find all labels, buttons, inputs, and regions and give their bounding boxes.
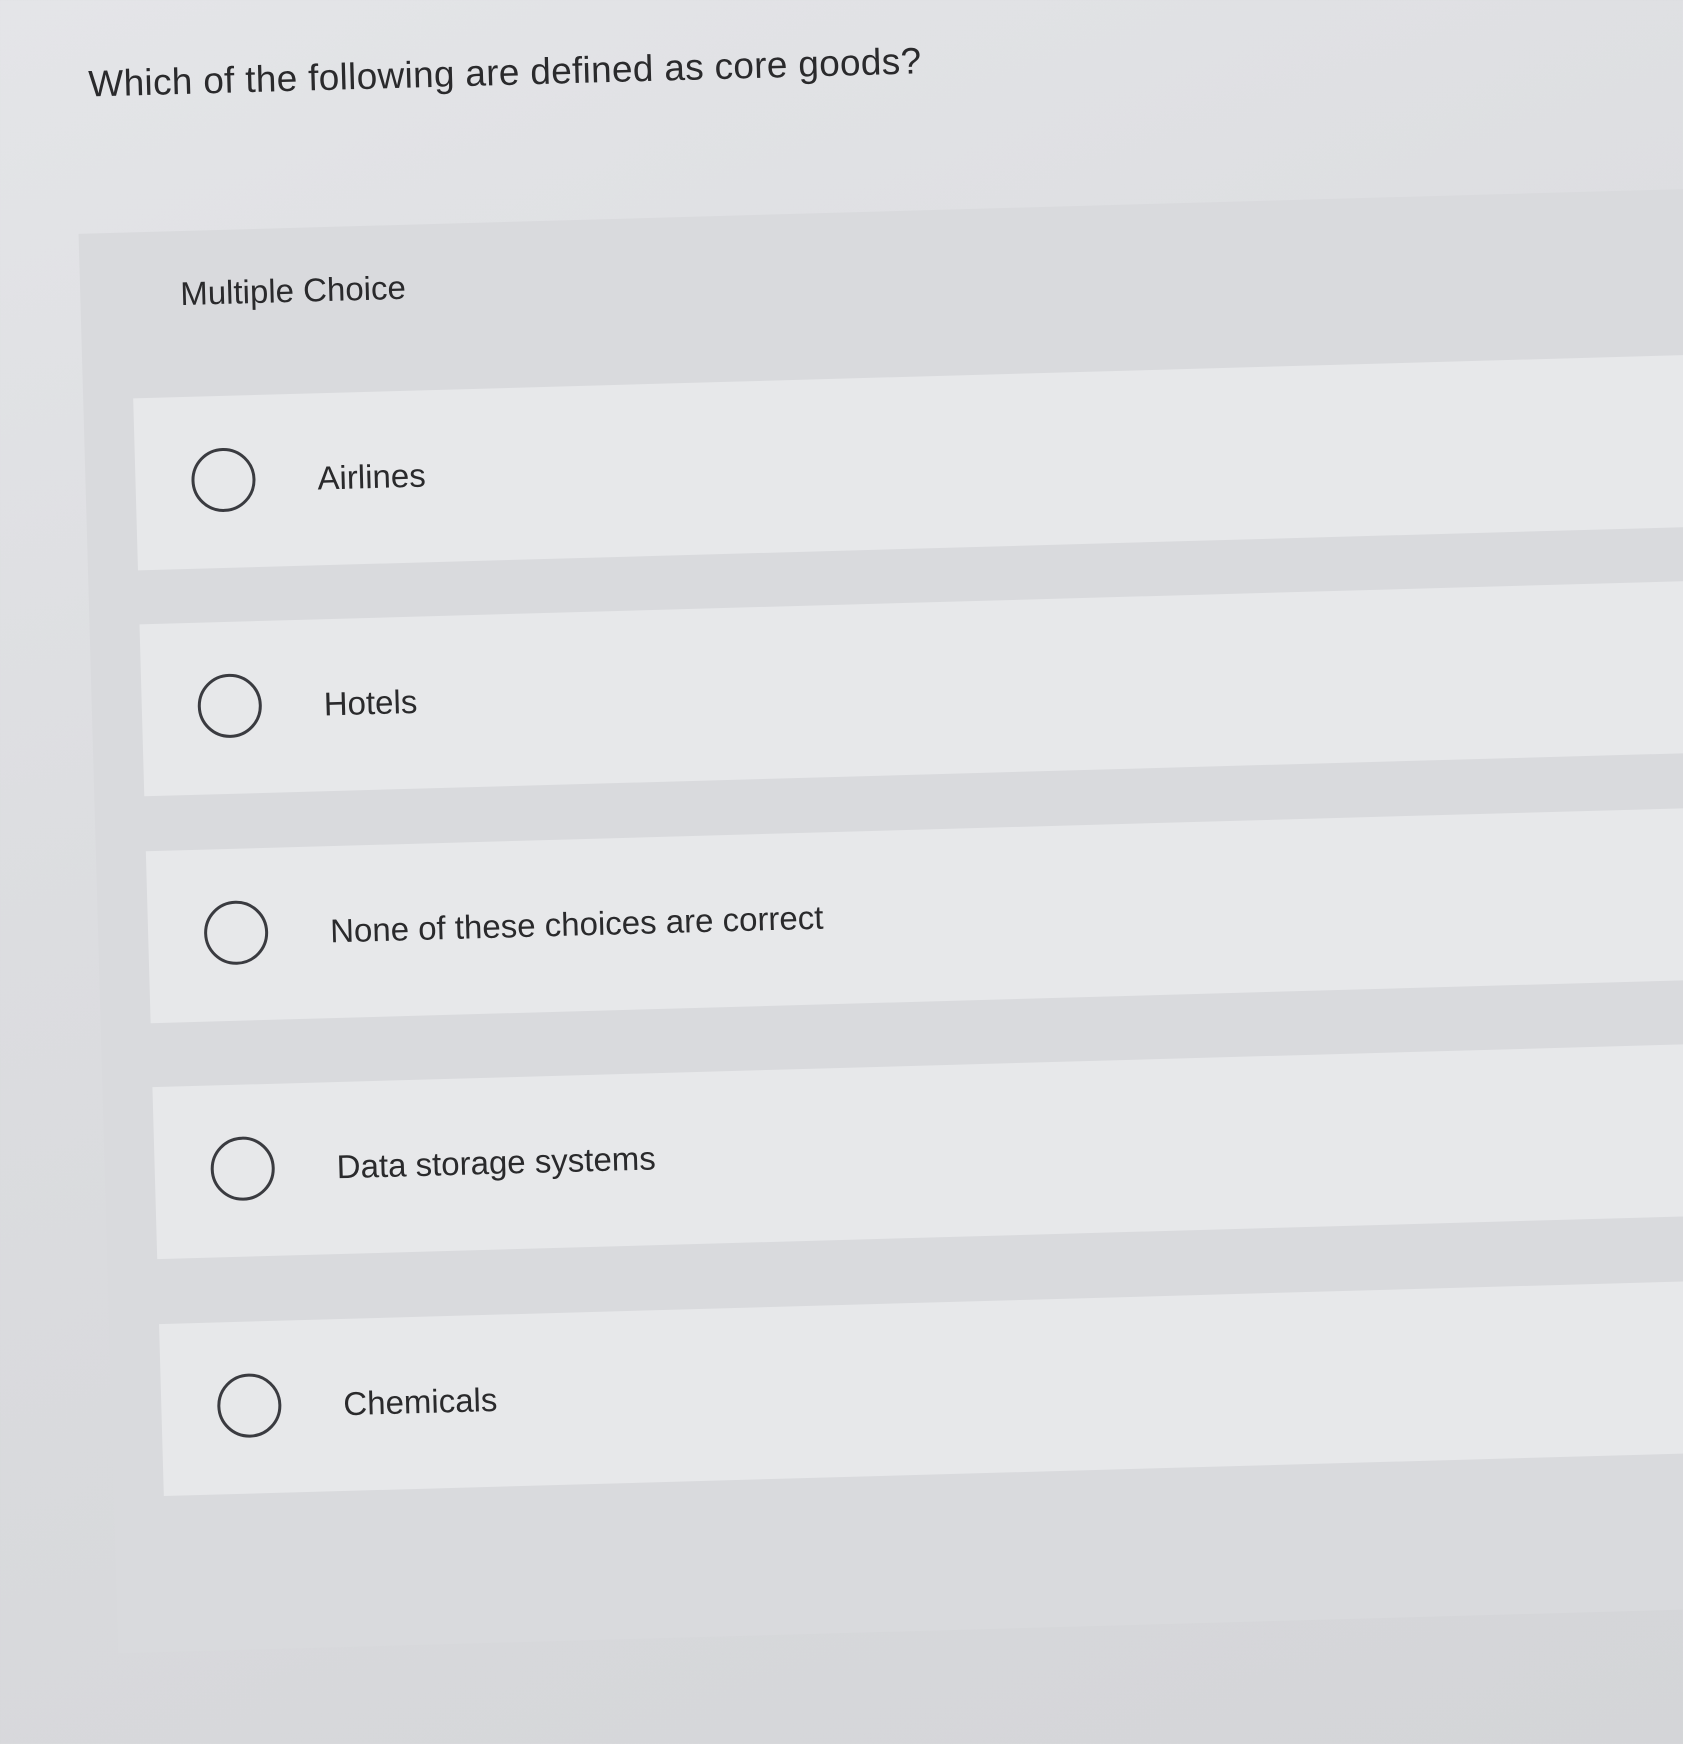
quiz-page: Which of the following are defined as co…: [0, 0, 1683, 1743]
radio-button[interactable]: [209, 1135, 276, 1202]
answer-option-label: Hotels: [323, 682, 418, 723]
answer-option-airlines[interactable]: Airlines: [133, 350, 1683, 571]
answer-option-none-correct[interactable]: None of these choices are correct: [145, 803, 1683, 1024]
answer-option-data-storage[interactable]: Data storage systems: [152, 1039, 1683, 1260]
question-type-label: Multiple Choice: [179, 268, 407, 313]
radio-button[interactable]: [216, 1372, 283, 1439]
answer-option-label: Airlines: [316, 456, 427, 497]
radio-button[interactable]: [196, 672, 263, 739]
answer-option-label: None of these choices are correct: [329, 898, 824, 950]
answer-option-hotels[interactable]: Hotels: [139, 576, 1683, 797]
radio-button[interactable]: [203, 899, 270, 966]
radio-button[interactable]: [190, 447, 257, 513]
answer-option-label: Chemicals: [342, 1380, 498, 1423]
answer-option-chemicals[interactable]: Chemicals: [159, 1276, 1683, 1497]
multiple-choice-panel: Multiple Choice Airlines Hotels None of …: [78, 186, 1683, 1654]
question-text: Which of the following are defined as co…: [87, 40, 922, 105]
answer-option-label: Data storage systems: [336, 1139, 657, 1186]
